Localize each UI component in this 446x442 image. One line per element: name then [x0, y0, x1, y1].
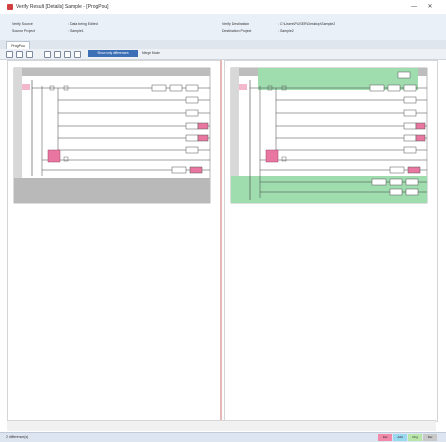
ladder-diagrams: [13, 67, 428, 204]
status-text: 2 difference(s): [6, 435, 29, 439]
legend-added: Add: [393, 434, 407, 441]
legend-changed: Chg: [408, 434, 422, 441]
legend-deleted: Del: [378, 434, 392, 441]
destination-ladder: [230, 67, 428, 204]
source-ladder: [13, 67, 211, 204]
legend-other: Del: [423, 434, 437, 441]
horizontal-scrollbar[interactable]: [7, 420, 436, 431]
